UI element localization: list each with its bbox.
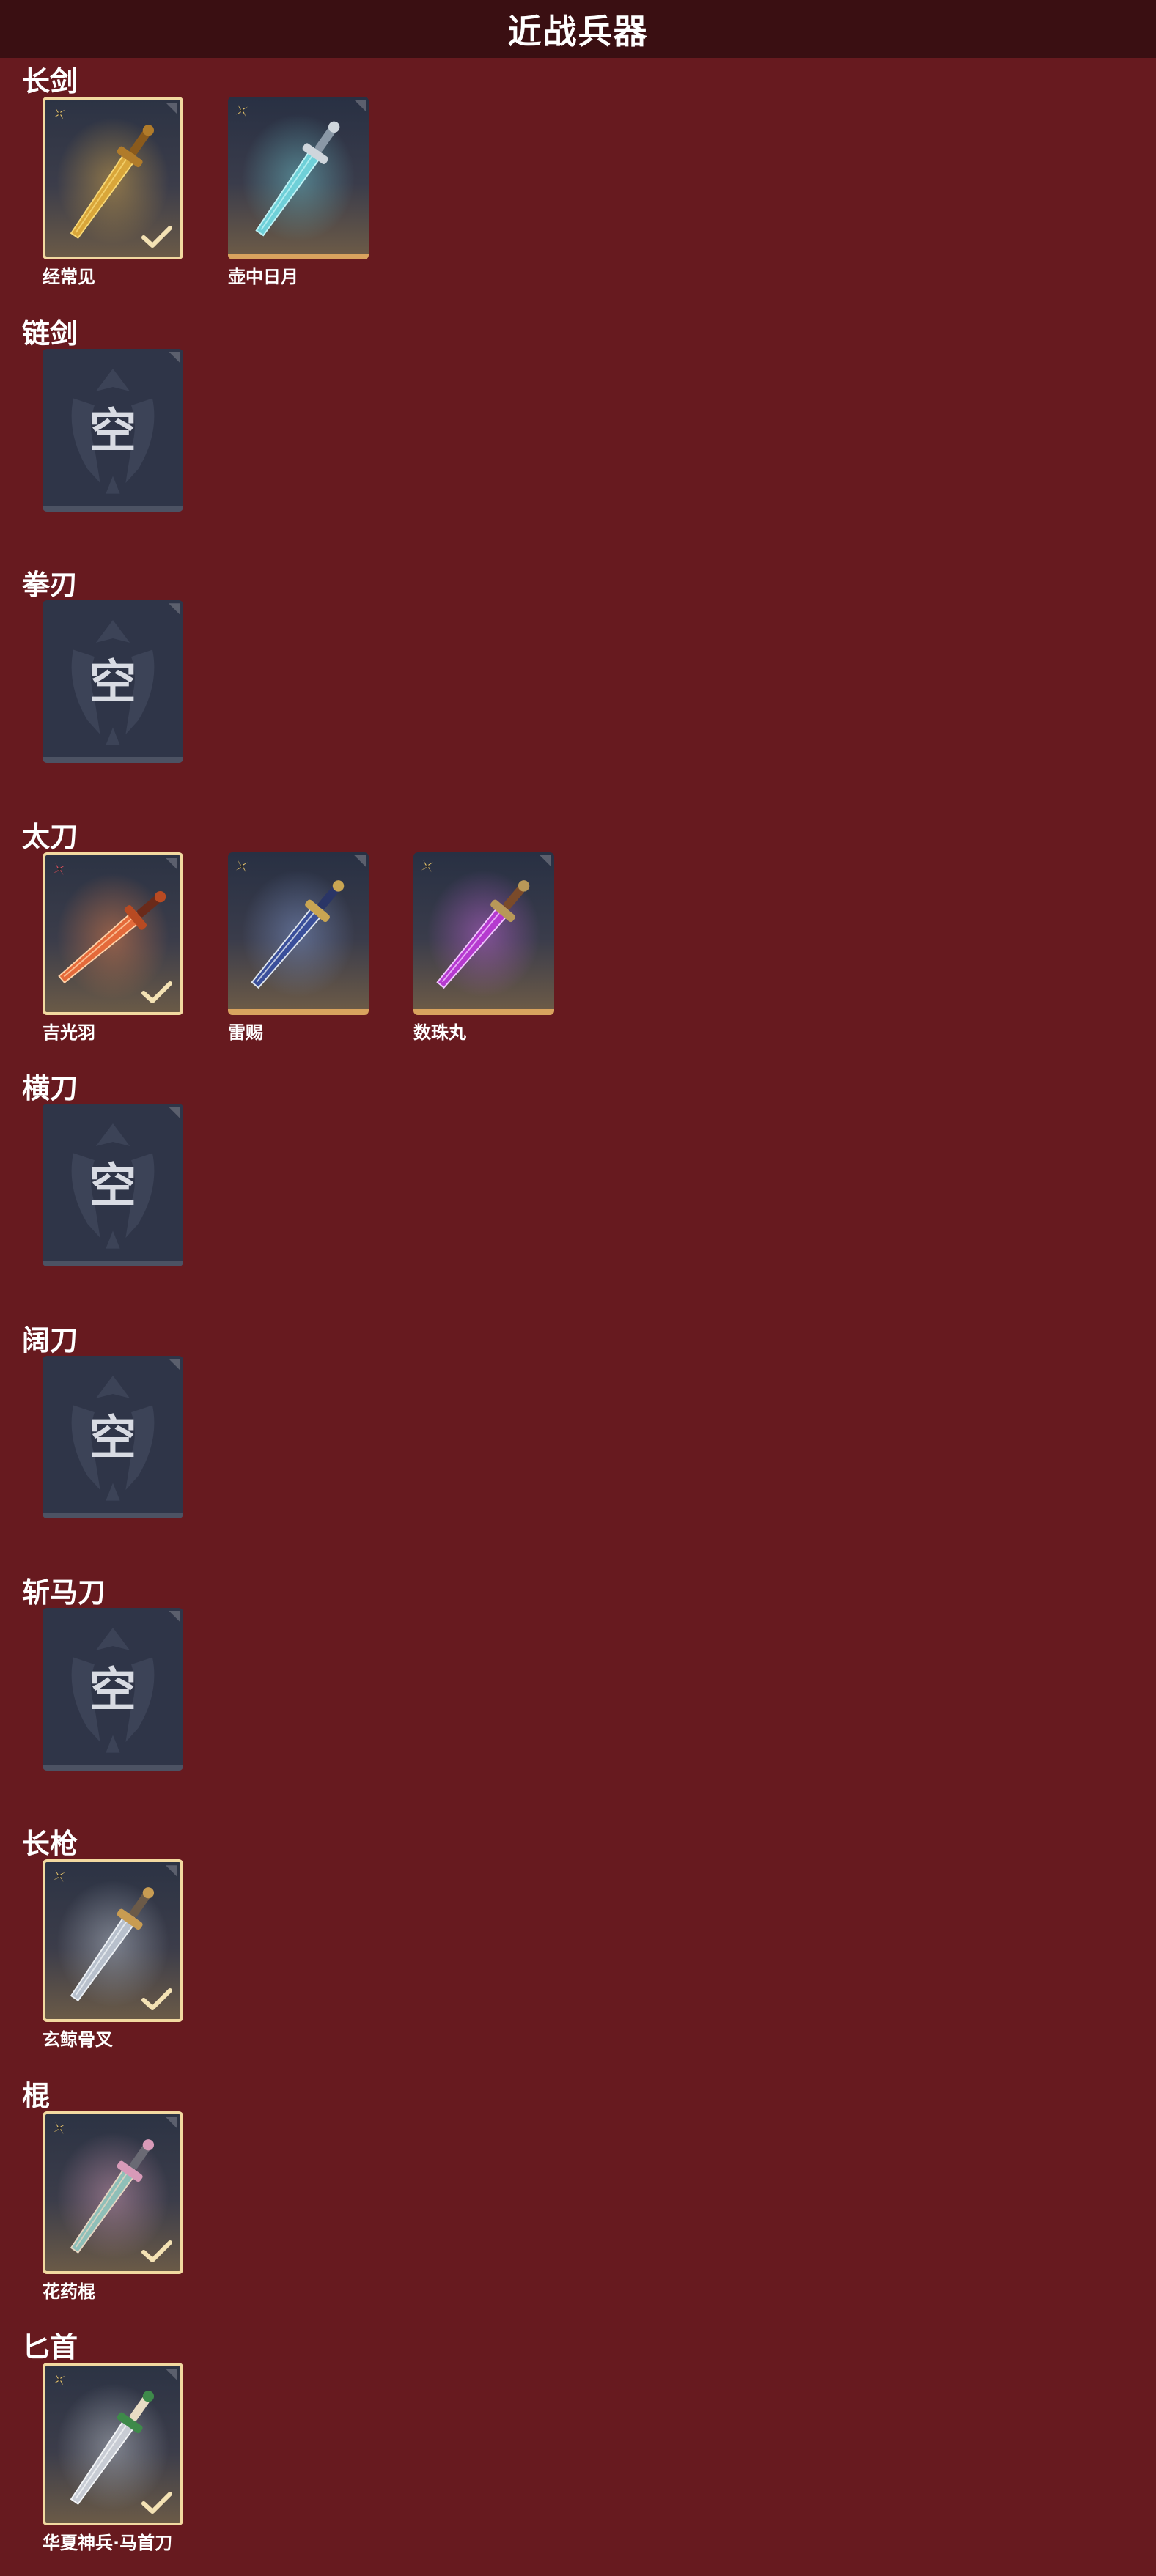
weapon-card-frame bbox=[43, 2363, 183, 2526]
empty-slot-label: 空 bbox=[89, 656, 136, 711]
page-header: 近战兵器 bbox=[0, 0, 1156, 58]
category-title: 拳刃 bbox=[22, 569, 78, 602]
shuriken-rarity-icon bbox=[53, 107, 66, 120]
page-title: 近战兵器 bbox=[507, 11, 649, 51]
category-title: 长枪 bbox=[22, 1828, 78, 1861]
weapon-artwork bbox=[241, 114, 356, 242]
category-title: 链剑 bbox=[22, 317, 78, 350]
weapon-name: 数珠丸 bbox=[413, 1022, 466, 1043]
slot-frame: 空 bbox=[43, 1104, 183, 1267]
category-title: 太刀 bbox=[22, 820, 78, 853]
empty-weapon-slot[interactable]: 空 bbox=[43, 1104, 183, 1267]
category-title: 阔刀 bbox=[22, 1324, 78, 1357]
empty-slot-label: 空 bbox=[89, 1159, 136, 1214]
slot-frame: 空 bbox=[43, 348, 183, 512]
shuriken-rarity-icon bbox=[235, 104, 248, 117]
shuriken-rarity-icon bbox=[53, 2374, 66, 2386]
weapon-card[interactable]: 数珠丸 bbox=[413, 852, 554, 1043]
weapon-name: 壶中日月 bbox=[228, 267, 298, 287]
weapon-card-frame bbox=[43, 97, 183, 259]
weapon-category-section: 棍花药棍 bbox=[0, 2073, 1156, 2322]
empty-weapon-slot[interactable]: 空 bbox=[43, 1356, 183, 1518]
shuriken-rarity-icon bbox=[53, 1870, 66, 1883]
weapon-name: 雷赐 bbox=[228, 1022, 263, 1043]
category-title: 斩马刀 bbox=[22, 1576, 106, 1609]
shuriken-rarity-icon bbox=[53, 863, 66, 876]
weapon-name: 吉光羽 bbox=[43, 1022, 95, 1043]
weapon-card[interactable]: 华夏神兵·马首刀 bbox=[43, 2363, 183, 2553]
category-title: 横刀 bbox=[22, 1072, 78, 1105]
weapon-category-section: 长剑经常见 壶中日月 bbox=[0, 59, 1156, 308]
slot-frame: 空 bbox=[43, 1356, 183, 1518]
weapon-card[interactable]: 花药棍 bbox=[43, 2111, 183, 2302]
weapon-name: 华夏神兵·马首刀 bbox=[43, 2533, 173, 2554]
weapon-card-frame bbox=[43, 2111, 183, 2274]
weapon-card[interactable]: 壶中日月 bbox=[228, 97, 369, 287]
checkmark-icon bbox=[141, 1988, 172, 2011]
slot-frame: 空 bbox=[43, 1607, 183, 1771]
weapon-artwork bbox=[241, 869, 356, 997]
weapon-name: 花药棍 bbox=[43, 2281, 95, 2302]
category-title: 匕首 bbox=[22, 2331, 78, 2364]
shuriken-rarity-icon bbox=[235, 860, 248, 873]
weapon-category-section: 链剑空 bbox=[0, 311, 1156, 560]
empty-slot-label: 空 bbox=[89, 404, 136, 459]
weapon-category-section: 拳刃空 bbox=[0, 562, 1156, 811]
empty-weapon-slot[interactable]: 空 bbox=[43, 1607, 183, 1771]
weapon-card[interactable]: 玄鲸骨叉 bbox=[43, 1859, 183, 2050]
weapon-category-section: 阔刀空 bbox=[0, 1318, 1156, 1567]
weapon-artwork bbox=[427, 869, 541, 997]
weapon-category-section: 横刀空 bbox=[0, 1066, 1156, 1315]
checkmark-icon bbox=[141, 2240, 172, 2262]
empty-weapon-slot[interactable]: 空 bbox=[43, 600, 183, 764]
weapon-card-frame bbox=[43, 852, 183, 1015]
category-title: 长剑 bbox=[22, 65, 78, 97]
weapon-category-section: 斩马刀空 bbox=[0, 1570, 1156, 1819]
weapon-name: 经常见 bbox=[43, 267, 95, 287]
category-title: 棍 bbox=[22, 2079, 51, 2112]
shuriken-rarity-icon bbox=[421, 860, 434, 873]
weapon-category-section: 太刀吉光羽 雷赐 数珠丸 bbox=[0, 814, 1156, 1063]
checkmark-icon bbox=[141, 226, 172, 248]
weapon-category-section: 匕首华夏神兵·马首刀 bbox=[0, 2325, 1156, 2574]
weapon-card[interactable]: 经常见 bbox=[43, 97, 183, 287]
weapon-name: 玄鲸骨叉 bbox=[43, 2029, 113, 2051]
weapon-card-frame bbox=[413, 852, 554, 1015]
weapon-card-frame bbox=[43, 1859, 183, 2023]
weapon-card[interactable]: 吉光羽 bbox=[43, 852, 183, 1043]
weapon-card[interactable]: 雷赐 bbox=[228, 852, 369, 1043]
empty-weapon-slot[interactable]: 空 bbox=[43, 348, 183, 512]
empty-slot-label: 空 bbox=[89, 1663, 136, 1718]
shuriken-rarity-icon bbox=[53, 2122, 66, 2135]
weapon-category-section: 长枪玄鲸骨叉 bbox=[0, 1821, 1156, 2070]
empty-slot-label: 空 bbox=[89, 1411, 136, 1466]
checkmark-icon bbox=[141, 2492, 172, 2514]
weapon-card-frame bbox=[228, 852, 369, 1015]
weapon-card-frame bbox=[228, 97, 369, 259]
slot-frame: 空 bbox=[43, 600, 183, 764]
checkmark-icon bbox=[141, 981, 172, 1003]
